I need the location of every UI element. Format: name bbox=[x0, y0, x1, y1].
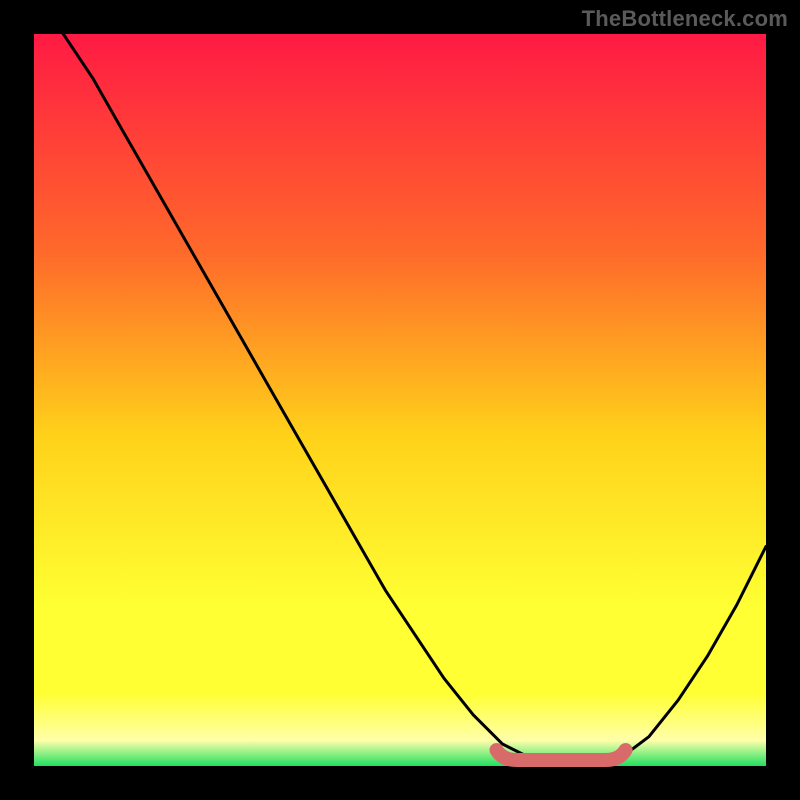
plot-area bbox=[34, 34, 766, 766]
bottleneck-chart bbox=[0, 0, 800, 800]
watermark-text: TheBottleneck.com bbox=[582, 6, 788, 32]
chart-stage: TheBottleneck.com bbox=[0, 0, 800, 800]
